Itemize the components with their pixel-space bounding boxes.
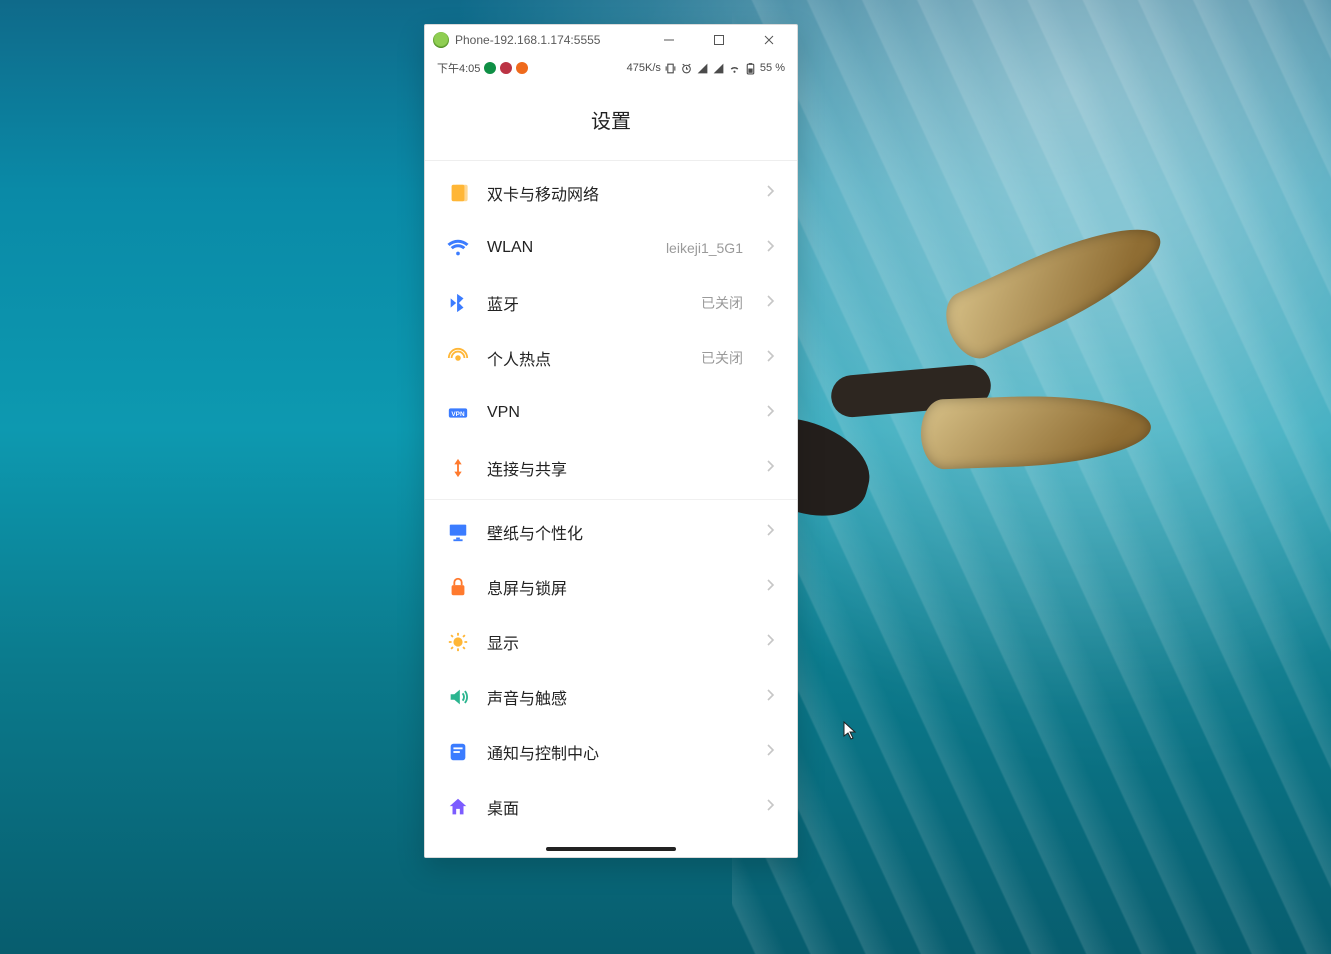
- settings-row[interactable]: 桌面: [425, 779, 797, 834]
- status-time: 下午4:05: [437, 60, 480, 76]
- chevron-right-icon: [767, 688, 775, 706]
- settings-row-label: 声音与触感: [487, 685, 567, 709]
- settings-row[interactable]: 双卡与移动网络: [425, 165, 797, 220]
- settings-row[interactable]: 通知与控制中心: [425, 724, 797, 779]
- signal-icon: [712, 62, 725, 75]
- scrcpy-window: Phone-192.168.1.174:5555 下午4:05 475K/s: [424, 24, 798, 858]
- close-button[interactable]: [747, 25, 791, 55]
- settings-row-label: 显示: [487, 630, 519, 654]
- settings-row-label: 双卡与移动网络: [487, 181, 599, 205]
- chevron-right-icon: [767, 349, 775, 367]
- home-icon: [447, 796, 469, 818]
- settings-row-value: 已关闭: [701, 293, 743, 313]
- window-title: Phone-192.168.1.174:5555: [455, 33, 600, 47]
- page-title: 设置: [425, 81, 797, 154]
- settings-row[interactable]: 壁纸与个性化: [425, 504, 797, 559]
- settings-row-label: VPN: [487, 404, 520, 422]
- window-titlebar[interactable]: Phone-192.168.1.174:5555: [425, 25, 797, 55]
- android-statusbar: 下午4:05 475K/s 55 %: [425, 55, 797, 81]
- gesture-bar[interactable]: [546, 847, 676, 851]
- app-icon: [433, 32, 449, 48]
- wifi-icon: [447, 237, 469, 259]
- wallpaper-diver: [751, 300, 1181, 580]
- chevron-right-icon: [767, 239, 775, 257]
- notify-icon: [447, 741, 469, 763]
- settings-section: 双卡与移动网络WLANleikeji1_5G1蓝牙已关闭个人热点已关闭VPN连接…: [425, 160, 797, 499]
- display-icon: [447, 631, 469, 653]
- wallpaper-icon: [447, 521, 469, 543]
- status-netspeed: 475K/s: [627, 62, 661, 74]
- maximize-button[interactable]: [697, 25, 741, 55]
- chevron-right-icon: [767, 523, 775, 541]
- hotspot-icon: [447, 347, 469, 369]
- status-battery: 55 %: [760, 62, 785, 74]
- minimize-button[interactable]: [647, 25, 691, 55]
- settings-row-label: 连接与共享: [487, 456, 567, 480]
- chevron-right-icon: [767, 459, 775, 477]
- chevron-right-icon: [767, 294, 775, 312]
- chevron-right-icon: [767, 798, 775, 816]
- settings-row[interactable]: VPN: [425, 385, 797, 440]
- settings-row[interactable]: WLAN leikeji1_5G1: [425, 220, 797, 275]
- signal-icon: [696, 62, 709, 75]
- share-icon: [447, 457, 469, 479]
- settings-section: 壁纸与个性化息屏与锁屏显示声音与触感通知与控制中心桌面: [425, 499, 797, 838]
- settings-row[interactable]: 息屏与锁屏: [425, 559, 797, 614]
- alarm-icon: [680, 62, 693, 75]
- settings-row-label: 息屏与锁屏: [487, 575, 567, 599]
- settings-row-value: 已关闭: [701, 348, 743, 368]
- settings-row[interactable]: 连接与共享: [425, 440, 797, 495]
- settings-row-label: 壁纸与个性化: [487, 520, 583, 544]
- wifi-status-icon: [728, 62, 741, 75]
- chevron-right-icon: [767, 633, 775, 651]
- settings-row[interactable]: 蓝牙 已关闭: [425, 275, 797, 330]
- vpn-icon: [447, 402, 469, 424]
- lock-icon: [447, 576, 469, 598]
- settings-row[interactable]: 显示: [425, 614, 797, 669]
- status-dot-icon: [500, 62, 512, 74]
- chevron-right-icon: [767, 578, 775, 596]
- chevron-right-icon: [767, 743, 775, 761]
- settings-row-label: WLAN: [487, 239, 533, 257]
- sim-icon: [447, 182, 469, 204]
- settings-row[interactable]: 声音与触感: [425, 669, 797, 724]
- sound-icon: [447, 686, 469, 708]
- settings-row[interactable]: 个人热点 已关闭: [425, 330, 797, 385]
- settings-row-label: 个人热点: [487, 346, 551, 370]
- battery-icon: [744, 62, 757, 75]
- settings-row-label: 蓝牙: [487, 291, 519, 315]
- vibrate-icon: [664, 62, 677, 75]
- chevron-right-icon: [767, 184, 775, 202]
- settings-row-value: leikeji1_5G1: [666, 240, 743, 256]
- chevron-right-icon: [767, 404, 775, 422]
- settings-row-label: 通知与控制中心: [487, 740, 599, 764]
- phone-screen: 下午4:05 475K/s 55 % 设置 双卡与移动网络 WLAN leikeji…: [425, 55, 797, 857]
- bluetooth-icon: [447, 292, 469, 314]
- status-dot-icon: [516, 62, 528, 74]
- settings-row-label: 桌面: [487, 795, 519, 819]
- status-dot-icon: [484, 62, 496, 74]
